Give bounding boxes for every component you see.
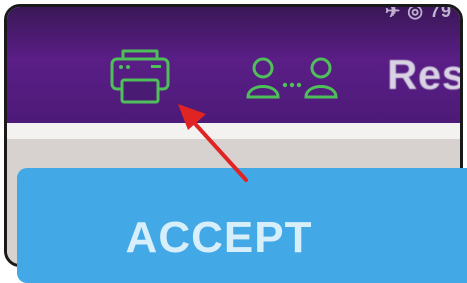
print-button[interactable] (107, 47, 173, 109)
participants-button[interactable] (245, 55, 339, 105)
accept-button-label: ACCEPT (125, 213, 313, 262)
people-transfer-icon (246, 57, 338, 99)
annotation-arrow-icon (166, 96, 256, 188)
status-indicators: ✈ ◎ (385, 4, 424, 21)
printer-icon (110, 49, 170, 104)
status-bar: ✈ ◎ 79 (385, 4, 452, 22)
battery-level: 79 (429, 4, 452, 21)
toolbar-label[interactable]: Res (387, 51, 460, 99)
